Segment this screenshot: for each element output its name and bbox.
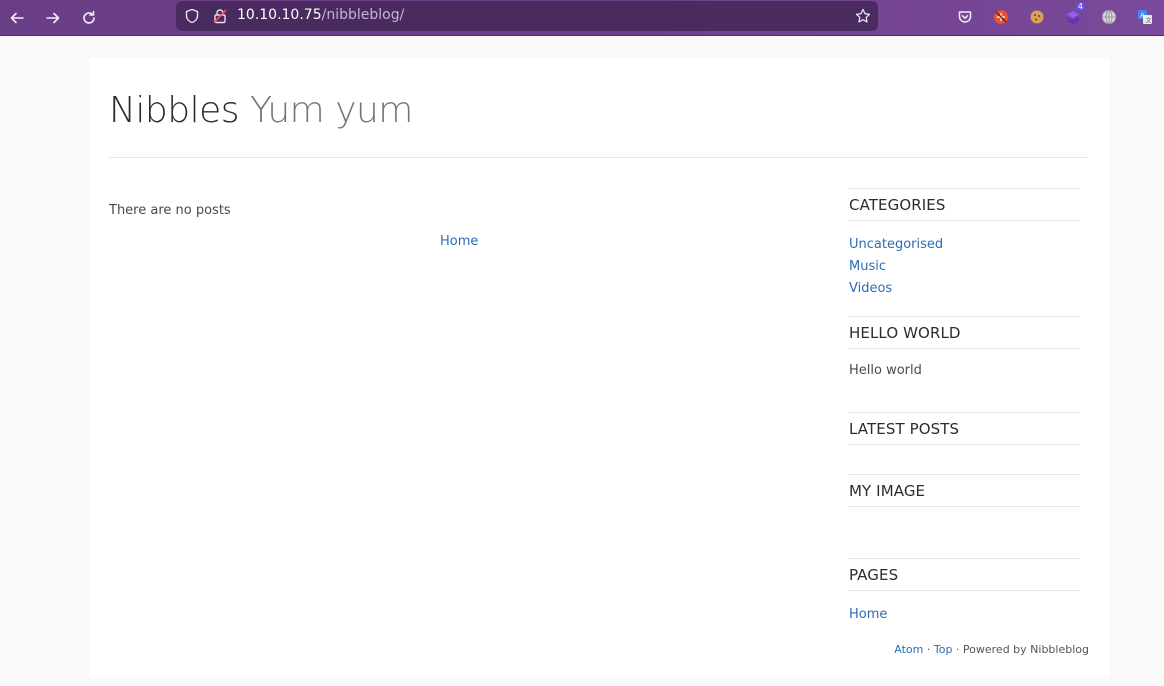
site-slogan: Yum yum (250, 90, 413, 131)
divider (849, 590, 1079, 591)
plugin-title: PAGES (849, 566, 899, 584)
plugin-hello-world: HELLO WORLD Hello world (849, 316, 1079, 378)
stack-icon[interactable]: 4 (1064, 2, 1085, 26)
pager-home-link[interactable]: Home (440, 234, 478, 249)
plugin-title: HELLO WORLD (849, 324, 961, 342)
blog-page: Nibbles Yum yum There are no posts Home … (89, 58, 1109, 678)
url-path: /nibbleblog/ (321, 7, 405, 23)
plugin-categories: CATEGORIES Uncategorised Music Videos (849, 188, 1079, 300)
translate-icon[interactable]: A文 (1136, 8, 1154, 26)
category-link[interactable]: Uncategorised (849, 234, 1079, 256)
plugin-title: LATEST POSTS (849, 420, 960, 438)
powered-by-text: · Powered by Nibbleblog (952, 643, 1089, 656)
site-title: Nibbles Yum yum (109, 90, 413, 131)
pages-list: Home (849, 604, 1079, 626)
url-text[interactable]: 10.10.10.75/nibbleblog/ (237, 7, 404, 23)
atom-link[interactable]: Atom (894, 643, 923, 656)
reload-icon[interactable] (75, 4, 103, 32)
plugin-title: MY IMAGE (849, 482, 926, 500)
divider (849, 506, 1079, 507)
top-link[interactable]: Top (934, 643, 953, 656)
divider (849, 348, 1079, 349)
forward-arrow-icon[interactable] (39, 4, 67, 32)
footer: Atom · Top · Powered by Nibbleblog (894, 643, 1089, 656)
browser-toolbar: 10.10.10.75/nibbleblog/ 4 A文 (0, 0, 1164, 36)
no-posts-message: There are no posts (109, 203, 231, 218)
plugin-latest-posts: LATEST POSTS (849, 412, 1079, 445)
category-list: Uncategorised Music Videos (849, 234, 1079, 300)
pocket-icon[interactable] (956, 8, 974, 26)
bookmark-star-icon[interactable] (855, 8, 871, 24)
page-link-home[interactable]: Home (849, 604, 1079, 626)
globe-icon[interactable] (1100, 8, 1118, 26)
category-link[interactable]: Music (849, 256, 1079, 278)
header-divider (109, 157, 1087, 158)
divider (849, 220, 1079, 221)
lock-icon[interactable] (212, 8, 228, 24)
plugin-pages: PAGES Home (849, 558, 1079, 626)
svg-text:A: A (1140, 12, 1145, 20)
ublock-icon[interactable] (992, 8, 1010, 26)
plugin-title: CATEGORIES (849, 196, 946, 214)
plugin-my-image: MY IMAGE (849, 474, 1079, 507)
svg-text:文: 文 (1146, 17, 1152, 25)
category-link[interactable]: Videos (849, 278, 1079, 300)
divider (849, 444, 1079, 445)
extension-badge: 4 (1075, 2, 1085, 11)
cookie-icon[interactable] (1028, 8, 1046, 26)
url-bar[interactable]: 10.10.10.75/nibbleblog/ (176, 1, 878, 31)
back-arrow-icon[interactable] (3, 4, 31, 32)
hello-text: Hello world (849, 363, 922, 378)
site-name: Nibbles (109, 90, 240, 131)
url-host: 10.10.10.75 (237, 7, 322, 23)
shield-icon[interactable] (184, 8, 200, 24)
footer-separator: · (923, 643, 934, 656)
